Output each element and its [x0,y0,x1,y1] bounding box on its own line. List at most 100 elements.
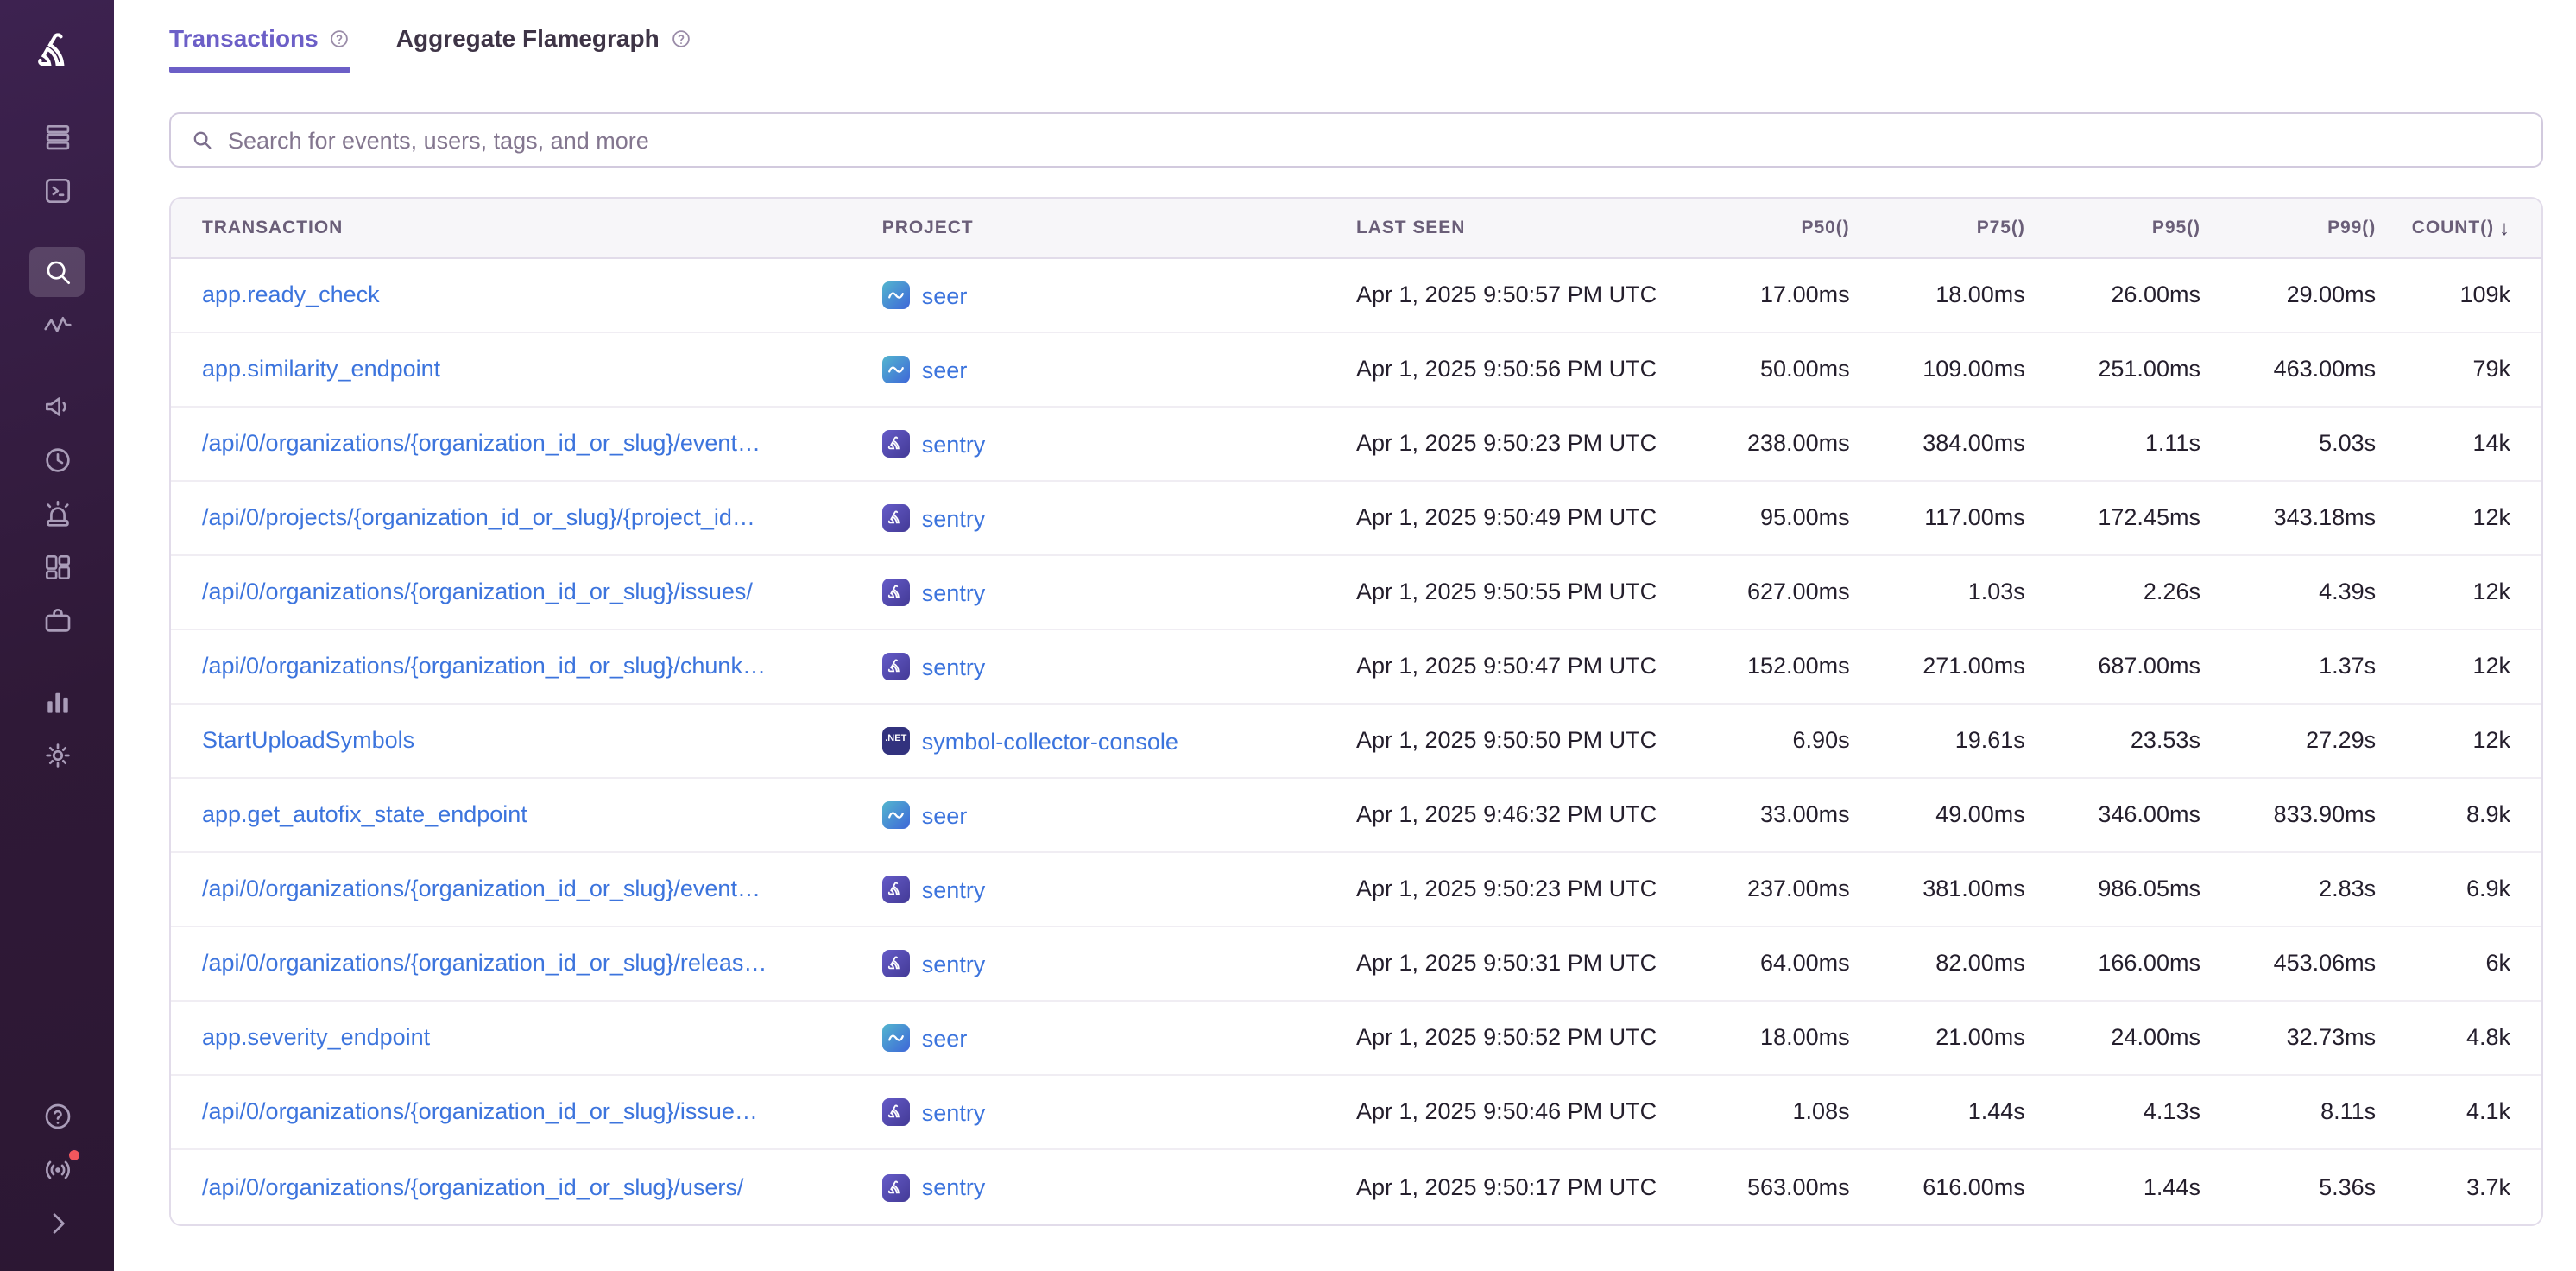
transaction-link[interactable]: /api/0/organizations/{organization_id_or… [202,950,767,976]
count-cell-text: 4.8k [2466,1024,2510,1050]
tab-bar: Transactions Aggregate Flamegraph [169,24,2543,73]
p75-cell: 1.03s [1864,577,2039,608]
project-link[interactable]: seer [922,357,968,383]
sidebar-nav [29,111,85,782]
transaction-link[interactable]: /api/0/organizations/{organization_id_or… [202,1173,743,1199]
tab-aggregate-flamegraph[interactable]: Aggregate Flamegraph [396,24,692,73]
p95-cell: 172.45ms [2039,503,2214,534]
p95-cell-text: 687.00ms [2098,653,2200,679]
transaction-link[interactable]: StartUploadSymbols [202,727,414,753]
table-row: /api/0/organizations/{organization_id_or… [171,408,2541,482]
count-cell-text: 12k [2472,504,2510,530]
p75-cell: 18.00ms [1864,280,2039,311]
project-link[interactable]: symbol-collector-console [922,728,1178,754]
sidebar-item-settings[interactable] [29,730,85,781]
sidebar-item-replays[interactable] [29,435,85,485]
whats-new-icon [41,1154,73,1186]
project-link[interactable]: sentry [922,1174,986,1200]
sidebar-item-issues[interactable] [29,112,85,162]
sidebar-item-stats[interactable] [29,677,85,727]
p99-cell-text: 343.18ms [2274,504,2377,530]
project-link[interactable]: seer [922,802,968,828]
p99-cell: 343.18ms [2214,503,2390,534]
transaction-link[interactable]: /api/0/projects/{organization_id_or_slug… [202,504,755,530]
project-avatar-dotnet: .NET [882,727,910,755]
count-cell-text: 14k [2472,430,2510,456]
tab-label: Aggregate Flamegraph [396,24,660,52]
transaction-link[interactable]: /api/0/organizations/{organization_id_or… [202,653,766,679]
count-cell: 6k [2390,948,2541,979]
transaction-link[interactable]: /api/0/organizations/{organization_id_or… [202,1098,758,1124]
transaction-link[interactable]: /api/0/organizations/{organization_id_or… [202,876,761,901]
last-seen-cell: Apr 1, 2025 9:46:32 PM UTC [1356,800,1688,831]
sidebar-item-help[interactable] [29,1091,85,1141]
sidebar-item-whats-new[interactable] [29,1145,85,1195]
column-header-transaction[interactable]: TRANSACTION [171,218,882,238]
project-link[interactable]: sentry [922,505,986,531]
project-link[interactable]: sentry [922,876,986,902]
last-seen-cell-text: Apr 1, 2025 9:50:23 PM UTC [1356,430,1657,456]
transaction-link[interactable]: app.get_autofix_state_endpoint [202,801,527,827]
transaction-link[interactable]: app.ready_check [202,281,380,307]
sort-desc-icon: ↓ [2499,216,2510,240]
column-header-project[interactable]: PROJECT [882,218,1356,238]
releases-icon [41,604,73,637]
column-header-p50[interactable]: P50() [1688,218,1863,238]
column-header-count[interactable]: COUNT() ↓ [2390,216,2541,240]
sidebar-item-feedback[interactable] [29,382,85,432]
p50-cell: 238.00ms [1688,428,1863,459]
transaction-cell: /api/0/organizations/{organization_id_or… [171,577,882,608]
project-link[interactable]: seer [922,1025,968,1051]
transaction-link[interactable]: app.severity_endpoint [202,1024,430,1050]
transaction-link[interactable]: /api/0/organizations/{organization_id_or… [202,430,761,456]
sidebar-item-dashboards[interactable] [29,542,85,592]
transaction-cell: app.similarity_endpoint [171,354,882,385]
count-header-label: COUNT() [2412,218,2494,238]
column-header-p95[interactable]: P95() [2039,218,2214,238]
p50-cell-text: 95.00ms [1760,504,1850,530]
p95-cell: 1.11s [2039,428,2214,459]
p50-cell-text: 563.00ms [1747,1173,1850,1199]
p75-cell-text: 19.61s [1955,727,2025,753]
sidebar-item-releases[interactable] [29,596,85,646]
count-cell: 6.9k [2390,874,2541,905]
p75-cell-text: 49.00ms [1935,801,2025,827]
project-avatar-sentry [882,430,910,458]
p95-cell: 687.00ms [2039,651,2214,682]
p75-cell: 117.00ms [1864,503,2039,534]
project-link[interactable]: sentry [922,431,986,457]
sidebar-item-alerts[interactable] [29,489,85,539]
project-cell: sentry [882,950,1356,977]
transaction-cell: /api/0/organizations/{organization_id_or… [171,1097,882,1128]
search-input[interactable] [228,127,2522,153]
project-link[interactable]: sentry [922,579,986,605]
sidebar-item-collapse[interactable] [29,1198,85,1249]
help-icon[interactable] [670,27,692,49]
table-row: /api/0/projects/{organization_id_or_slug… [171,482,2541,556]
project-link[interactable]: sentry [922,654,986,680]
project-link[interactable]: seer [922,282,968,308]
sentry-logo[interactable] [28,21,86,79]
column-header-p99[interactable]: P99() [2214,218,2390,238]
transaction-link[interactable]: /api/0/organizations/{organization_id_or… [202,579,753,604]
p95-cell: 26.00ms [2039,280,2214,311]
count-cell-text: 3.7k [2466,1173,2510,1199]
sidebar-item-performance[interactable] [29,300,85,351]
column-header-p75[interactable]: P75() [1864,218,2039,238]
column-header-last-seen[interactable]: LAST SEEN [1356,218,1688,238]
project-cell: sentry [882,504,1356,532]
project-avatar-sentry [882,504,910,532]
sidebar-item-projects[interactable] [29,166,85,216]
sidebar-item-search[interactable] [29,247,85,297]
search-bar[interactable] [169,112,2543,168]
project-cell: seer [882,281,1356,309]
count-cell-text: 12k [2472,727,2510,753]
last-seen-cell-text: Apr 1, 2025 9:50:57 PM UTC [1356,281,1657,307]
project-link[interactable]: sentry [922,951,986,977]
help-icon[interactable] [329,27,351,49]
p99-cell: 8.11s [2214,1097,2390,1128]
tab-transactions[interactable]: Transactions [169,24,351,73]
transaction-link[interactable]: app.similarity_endpoint [202,356,440,382]
p99-cell-text: 5.03s [2319,430,2376,456]
project-link[interactable]: sentry [922,1099,986,1125]
